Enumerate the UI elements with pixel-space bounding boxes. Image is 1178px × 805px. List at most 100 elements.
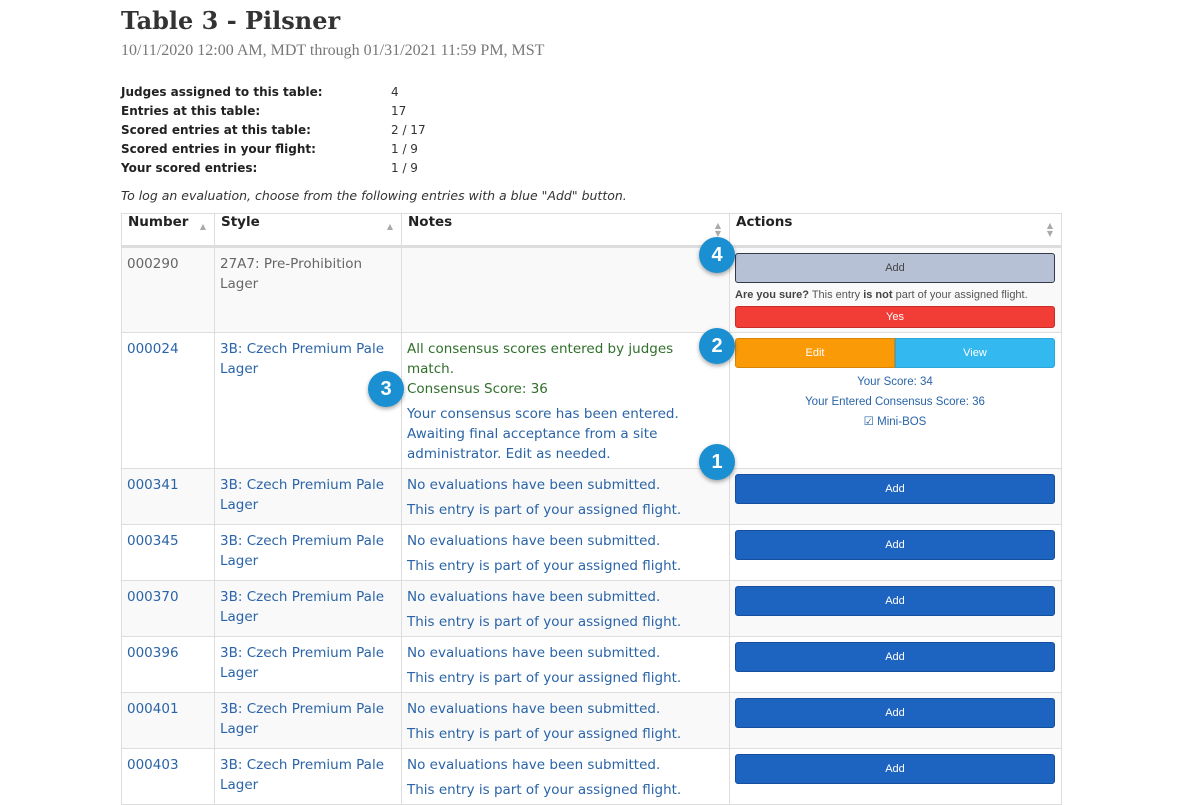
instruction-text: To log an evaluation, choose from the fo… <box>121 188 627 203</box>
entry-style: 3B: Czech Premium Pale Lager <box>214 580 402 637</box>
stat-row: Scored entries at this table: 2 / 17 <box>121 121 426 140</box>
entry-style-link[interactable]: 3B: Czech Premium Pale Lager <box>220 589 384 625</box>
stat-value: 1 / 9 <box>391 142 418 156</box>
entry-actions: Edit View Your Score: 34 Your Entered Co… <box>729 332 1062 469</box>
add-button[interactable]: Add <box>735 754 1055 784</box>
note-consensus-score: Consensus Score: 36 <box>407 381 548 397</box>
column-header-notes[interactable]: Notes ▲ ▼ <box>401 213 730 248</box>
your-score: Your Score: 34 <box>857 376 933 388</box>
confirm-message: Are you sure? This entry is not part of … <box>735 289 1028 301</box>
entry-actions: Add <box>729 580 1062 637</box>
entered-consensus-score: Your Entered Consensus Score: 36 <box>805 396 985 408</box>
entry-notes: All consensus scores entered by judges m… <box>401 332 730 469</box>
entry-style: 27A7: Pre-Prohibition Lager <box>214 246 402 333</box>
entry-number: 000024 <box>121 332 215 469</box>
note-no-evaluations: No evaluations have been submitted. <box>407 757 661 773</box>
sort-both-icon: ▲ ▼ <box>714 221 721 238</box>
entry-notes: No evaluations have been submitted. This … <box>401 692 730 749</box>
entry-style-link[interactable]: 3B: Czech Premium Pale Lager <box>220 477 384 513</box>
entry-actions: Add <box>729 748 1062 805</box>
entry-style: 3B: Czech Premium Pale Lager <box>214 524 402 581</box>
yes-button[interactable]: Yes <box>735 306 1055 328</box>
note-no-evaluations: No evaluations have been submitted. <box>407 477 661 493</box>
edit-button[interactable]: Edit <box>735 338 895 368</box>
table-row: 000341 3B: Czech Premium Pale Lager No eva… <box>121 468 1062 525</box>
note-no-evaluations: No evaluations have been submitted. <box>407 533 661 549</box>
table-row: 000403 3B: Czech Premium Pale Lager No eva… <box>121 748 1062 805</box>
entry-style: 3B: Czech Premium Pale Lager <box>214 748 402 805</box>
add-button[interactable]: Add <box>735 586 1055 616</box>
sort-both-icon: ▲ ▼ <box>1046 221 1053 238</box>
entry-style-link[interactable]: 3B: Czech Premium Pale Lager <box>220 341 384 377</box>
note-assigned-flight: This entry is part of your assigned flig… <box>407 670 682 686</box>
edit-view-group: Edit View <box>735 338 1055 368</box>
column-header-actions[interactable]: Actions ▲ ▼ <box>729 213 1062 248</box>
checkbox-checked-icon: ☑ <box>863 416 874 428</box>
table-row: 000396 3B: Czech Premium Pale Lager No eva… <box>121 636 1062 693</box>
entry-number-link[interactable]: 000401 <box>127 701 179 717</box>
entry-actions: Add <box>729 692 1062 749</box>
add-button[interactable]: Add <box>735 530 1055 560</box>
stat-label: Judges assigned to this table: <box>121 85 323 99</box>
view-button[interactable]: View <box>895 338 1055 368</box>
entry-number-link[interactable]: 000396 <box>127 645 179 661</box>
note-no-evaluations: No evaluations have been submitted. <box>407 589 661 605</box>
note-assigned-flight: This entry is part of your assigned flig… <box>407 782 682 798</box>
column-header-style[interactable]: Style ▲ <box>214 213 402 248</box>
entry-number-link[interactable]: 000024 <box>127 341 179 357</box>
entry-number: 000290 <box>121 246 215 333</box>
table-header-row: Number ▲ Style ▲ Notes ▲ ▼ Actions ▲ ▼ <box>121 213 1062 248</box>
table-row: 000290 27A7: Pre-Prohibition Lager Add A… <box>121 246 1062 333</box>
date-range: 10/11/2020 12:00 AM, MDT through 01/31/2… <box>121 42 545 59</box>
note-assigned-flight: This entry is part of your assigned flig… <box>407 558 682 574</box>
entry-actions: Add Are you sure? This entry is not part… <box>729 246 1062 333</box>
stat-row: Your scored entries: 1 / 9 <box>121 159 426 178</box>
note-assigned-flight: This entry is part of your assigned flig… <box>407 502 682 518</box>
stat-row: Judges assigned to this table: 4 <box>121 83 426 102</box>
table-row: 000401 3B: Czech Premium Pale Lager No eva… <box>121 692 1062 749</box>
entry-style-link[interactable]: 3B: Czech Premium Pale Lager <box>220 645 384 681</box>
table-row: 000345 3B: Czech Premium Pale Lager No eva… <box>121 524 1062 581</box>
entry-number: 000401 <box>121 692 215 749</box>
entry-style-link[interactable]: 3B: Czech Premium Pale Lager <box>220 533 384 569</box>
stat-value: 2 / 17 <box>391 123 426 137</box>
column-header-number[interactable]: Number ▲ <box>121 213 215 248</box>
entry-style-link[interactable]: 3B: Czech Premium Pale Lager <box>220 701 384 737</box>
stat-value: 1 / 9 <box>391 161 418 175</box>
stat-row: Scored entries in your flight: 1 / 9 <box>121 140 426 159</box>
entry-actions: Add <box>729 524 1062 581</box>
note-assigned-flight: This entry is part of your assigned flig… <box>407 614 682 630</box>
entry-notes: No evaluations have been submitted. This … <box>401 580 730 637</box>
add-button-unassigned[interactable]: Add <box>735 253 1055 283</box>
callout-badge-4: 4 <box>699 237 735 273</box>
sort-asc-icon: ▲ <box>386 222 393 231</box>
entry-number-link[interactable]: 000341 <box>127 477 179 493</box>
entry-number: 000396 <box>121 636 215 693</box>
entry-number-link[interactable]: 000345 <box>127 533 179 549</box>
note-consensus-match: All consensus scores entered by judges m… <box>407 341 674 377</box>
note-assigned-flight: This entry is part of your assigned flig… <box>407 726 682 742</box>
stat-label: Your scored entries: <box>121 161 258 175</box>
entry-number-link[interactable]: 000403 <box>127 757 179 773</box>
callout-badge-2: 2 <box>699 328 735 364</box>
entry-number: 000370 <box>121 580 215 637</box>
add-button[interactable]: Add <box>735 698 1055 728</box>
entry-notes: No evaluations have been submitted. This … <box>401 748 730 805</box>
note-no-evaluations: No evaluations have been submitted. <box>407 701 661 717</box>
note-no-evaluations: No evaluations have been submitted. <box>407 645 661 661</box>
entry-number-link[interactable]: 000370 <box>127 589 179 605</box>
entry-style-link[interactable]: 3B: Czech Premium Pale Lager <box>220 757 384 793</box>
table-row: 000370 3B: Czech Premium Pale Lager No eva… <box>121 580 1062 637</box>
add-button[interactable]: Add <box>735 474 1055 504</box>
stat-value: 17 <box>391 104 407 118</box>
table-stats: Judges assigned to this table: 4 Entries … <box>121 83 426 178</box>
callout-badge-1: 1 <box>699 444 735 480</box>
entry-style: 3B: Czech Premium Pale Lager <box>214 692 402 749</box>
note-awaiting: Your consensus score has been entered. A… <box>407 406 679 462</box>
entry-number: 000345 <box>121 524 215 581</box>
entry-notes: No evaluations have been submitted. This … <box>401 636 730 693</box>
stat-value: 4 <box>391 85 399 99</box>
add-button[interactable]: Add <box>735 642 1055 672</box>
page-title: Table 3 - Pilsner <box>121 6 341 35</box>
entry-actions: Add <box>729 468 1062 525</box>
